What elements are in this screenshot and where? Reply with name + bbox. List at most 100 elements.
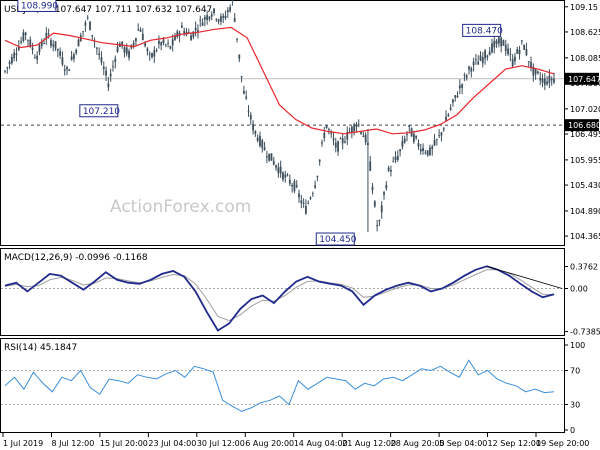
candle-body: [82, 31, 85, 32]
candle-body: [502, 40, 505, 46]
rsi-tick-label: 30: [570, 401, 580, 410]
candle-body: [298, 193, 300, 198]
candle-body: [468, 66, 470, 70]
candle-body: [364, 134, 367, 143]
candle-body: [534, 68, 537, 75]
candle-body: [102, 66, 105, 70]
candle-body: [454, 95, 457, 98]
candle-body: [302, 202, 305, 204]
current-price-label: 107.647: [568, 75, 600, 84]
candle-body: [543, 78, 546, 85]
candle-body: [525, 49, 528, 56]
candle-body: [401, 141, 404, 147]
rsi-panel-frame: [0, 338, 565, 433]
candle-body: [33, 57, 36, 59]
candle-body: [22, 32, 25, 41]
time-tick-label: 21 Aug 12:00: [342, 439, 396, 448]
price-tick-label: 104.890: [570, 207, 600, 216]
rsi-tick-label: 70: [570, 367, 580, 376]
candle-body: [270, 153, 273, 161]
candle-body: [509, 54, 512, 55]
candle-body: [472, 61, 475, 66]
candle-body: [371, 186, 374, 191]
candle-body: [52, 44, 55, 47]
candle-body: [387, 167, 390, 171]
candle-body: [353, 124, 356, 132]
candle-body: [47, 33, 50, 35]
time-tick-label: 8 Jul 12:00: [51, 439, 94, 448]
candle-body: [500, 37, 503, 47]
forex-chart: ActionForex.com USDJPY,H4 107.647 107.71…: [0, 0, 600, 448]
candle-body: [486, 55, 489, 58]
candle-body: [277, 167, 280, 174]
candle-body: [461, 84, 464, 88]
candle-body: [13, 52, 16, 59]
time-tick-label: 5 Sep 04:00: [439, 439, 487, 448]
candle-body: [217, 19, 220, 22]
candle-body: [392, 161, 395, 163]
candle-body: [307, 202, 310, 204]
candle-body: [70, 56, 73, 60]
candle-body: [293, 181, 296, 192]
candle-body: [38, 45, 41, 52]
candle-body: [66, 67, 68, 70]
candle-body: [148, 53, 151, 55]
candle-body: [415, 135, 418, 138]
candle-body: [408, 124, 411, 128]
candle-body: [238, 54, 241, 59]
candle-body: [132, 42, 135, 46]
candle-body: [54, 41, 57, 49]
candle-body: [424, 152, 427, 154]
candle-body: [155, 50, 158, 52]
candle-body: [4, 70, 6, 72]
candle-body: [263, 147, 266, 151]
rsi-title: RSI(14) 45.1847: [4, 343, 77, 353]
candle-body: [383, 192, 385, 195]
candle-body: [403, 138, 406, 143]
candle-body: [426, 150, 429, 156]
candle-body: [208, 16, 211, 20]
candle-body: [84, 22, 87, 26]
candle-body: [167, 42, 169, 44]
candle-body: [497, 37, 500, 44]
candle-body: [171, 39, 174, 46]
candle-body: [6, 67, 9, 68]
candle-body: [125, 47, 128, 54]
candle-body: [422, 147, 424, 152]
candle-body: [412, 133, 415, 142]
price-tick-label: 108.625: [570, 28, 600, 37]
candle-body: [226, 10, 229, 13]
candle-body: [456, 95, 459, 98]
candle-body: [449, 107, 452, 110]
watermark: ActionForex.com: [110, 197, 251, 217]
candle-body: [286, 174, 289, 176]
candle-body: [344, 141, 346, 143]
candle-body: [254, 130, 257, 134]
candle-body: [229, 7, 232, 12]
candle-body: [546, 81, 549, 85]
macd-title: MACD(12,26,9) -0.0996 -0.1168: [4, 253, 148, 263]
candle-body: [222, 15, 225, 19]
candle-body: [128, 50, 130, 58]
candle-body: [309, 197, 312, 199]
candle-body: [504, 44, 507, 52]
candle-body: [242, 90, 245, 94]
candle-body: [116, 46, 119, 52]
candle-body: [206, 15, 209, 20]
candle-body: [105, 70, 107, 76]
candle-body: [107, 83, 110, 88]
candle-body: [327, 128, 330, 130]
candle-body: [252, 123, 254, 131]
candle-body: [541, 78, 544, 83]
candle-body: [488, 51, 491, 56]
rsi-tick-label: 0: [570, 426, 575, 435]
time-tick-label: 1 Jul 2019: [3, 439, 43, 448]
candle-body: [220, 16, 222, 22]
candle-body: [341, 137, 344, 144]
candle-body: [323, 132, 326, 139]
candle-body: [440, 132, 443, 136]
candle-body: [530, 62, 532, 68]
candle-body: [463, 75, 466, 76]
time-tick-label: 12 Sep 12:00: [488, 439, 541, 448]
candle-body: [158, 40, 160, 44]
